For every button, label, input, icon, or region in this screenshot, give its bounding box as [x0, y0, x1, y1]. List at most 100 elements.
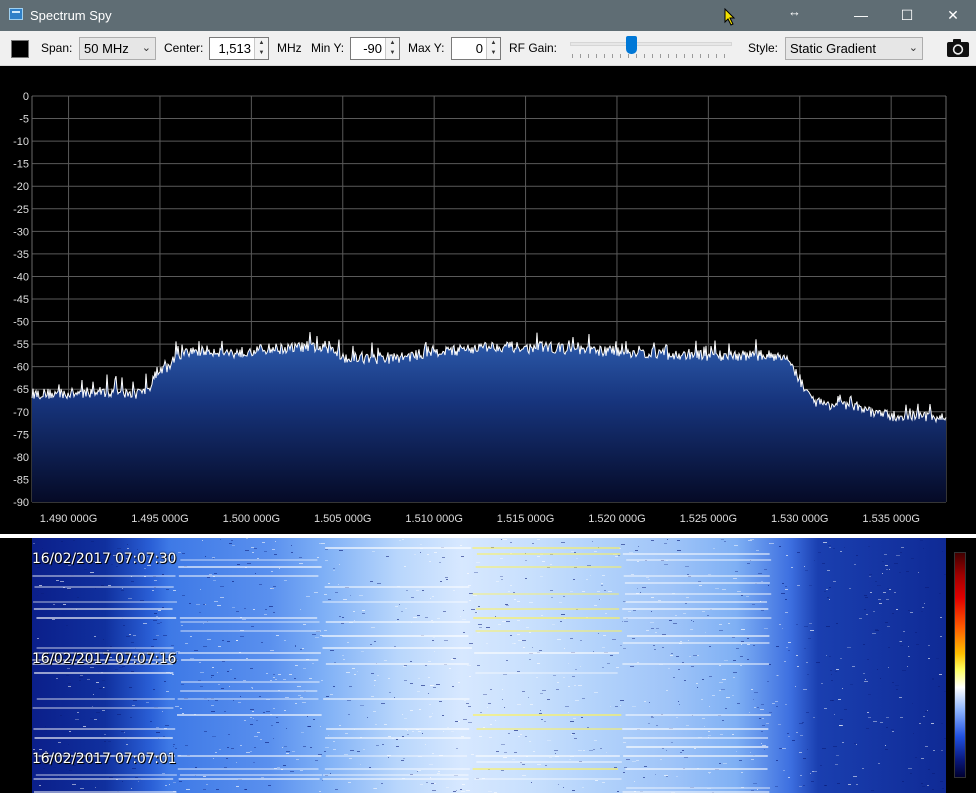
waterfall-speckle — [154, 580, 157, 581]
waterfall-speckle — [307, 726, 311, 727]
waterfall-speckle — [737, 591, 741, 592]
waterfall-speckle — [682, 750, 684, 751]
waterfall-speckle — [675, 615, 677, 616]
waterfall-speckle — [227, 671, 229, 672]
waterfall-speckle — [218, 646, 221, 647]
waterfall-speckle — [670, 655, 673, 656]
y-tick-label: -25 — [13, 204, 29, 216]
waterfall-speckle — [324, 594, 327, 595]
waterfall-speckle — [350, 595, 351, 596]
waterfall-speckle — [381, 783, 383, 784]
waterfall-speckle — [56, 678, 58, 679]
camera-icon[interactable] — [946, 37, 970, 59]
waterfall-speckle — [315, 637, 319, 638]
waterfall-speckle — [816, 662, 820, 663]
waterfall-speckle — [166, 589, 169, 590]
rfgain-slider-thumb[interactable] — [626, 36, 638, 54]
span-select[interactable]: 50 MHz ⌄ — [79, 37, 156, 60]
waterfall-speckle — [856, 555, 858, 556]
waterfall-speckle — [222, 661, 225, 662]
waterfall-speckle — [863, 673, 865, 674]
waterfall-speckle — [913, 733, 914, 734]
maxy-spinner-arrows[interactable]: ▲ ▼ — [486, 38, 500, 59]
waterfall-speckle — [889, 569, 890, 570]
waterfall-speckle — [68, 744, 69, 745]
waterfall-speckle — [460, 616, 461, 617]
waterfall-speckle — [388, 678, 390, 679]
waterfall-speckle — [360, 705, 364, 706]
waterfall-speckle — [190, 636, 192, 637]
waterfall-speckle — [261, 777, 264, 778]
waterfall-speckle — [199, 662, 201, 663]
waterfall-display[interactable]: 16/02/2017 07:07:30 16/02/2017 07:07:16 … — [32, 538, 946, 793]
color-picker-button[interactable] — [11, 40, 29, 58]
waterfall-speckle — [508, 591, 510, 592]
waterfall-speckle — [662, 634, 666, 635]
center-input[interactable]: 1,513 ▲ ▼ — [209, 37, 269, 60]
maxy-input[interactable]: 0 ▲ ▼ — [451, 37, 501, 60]
waterfall-speckle — [761, 610, 764, 611]
waterfall-speckle — [173, 744, 175, 745]
waterfall-speckle — [205, 556, 206, 557]
waterfall-speckle — [234, 678, 236, 679]
waterfall-speckle — [575, 700, 579, 701]
waterfall-speckle — [671, 653, 673, 654]
waterfall-speckle — [891, 729, 894, 730]
y-tick-label: -75 — [13, 429, 29, 441]
waterfall-speckle — [460, 545, 462, 546]
waterfall-speckle — [339, 616, 341, 617]
waterfall-speckle — [582, 787, 584, 788]
waterfall-speckle — [463, 610, 464, 611]
waterfall-speckle — [119, 667, 123, 668]
waterfall-speckle — [908, 768, 912, 769]
waterfall-speckle — [87, 679, 90, 680]
waterfall-speckle — [291, 552, 293, 553]
waterfall-speckle — [483, 727, 485, 728]
waterfall-speckle — [77, 597, 79, 598]
waterfall-speckle — [923, 548, 924, 549]
waterfall-speckle — [274, 554, 277, 555]
miny-spinner-arrows[interactable]: ▲ ▼ — [385, 38, 399, 59]
waterfall-speckle — [709, 646, 711, 647]
waterfall-speckle — [330, 694, 333, 695]
waterfall-speckle — [850, 684, 853, 685]
waterfall-speckle — [173, 782, 176, 783]
title-bar[interactable]: Spectrum Spy ↔ — ☐ ✕ — [0, 0, 976, 31]
y-tick-label: -60 — [13, 362, 29, 374]
waterfall-speckle — [737, 703, 740, 704]
waterfall-speckle — [683, 613, 686, 614]
waterfall-speckle — [208, 700, 209, 701]
waterfall-speckle — [932, 678, 934, 679]
waterfall-speckle — [503, 539, 507, 540]
waterfall-speckle — [912, 703, 913, 704]
waterfall-speckle — [719, 763, 721, 764]
maximize-button[interactable]: ☐ — [884, 0, 930, 31]
waterfall-speckle — [875, 630, 879, 631]
maxy-label: Max Y: — [408, 41, 445, 55]
waterfall-speckle — [451, 659, 454, 660]
style-select[interactable]: Static Gradient ⌄ — [785, 37, 923, 60]
waterfall-speckle — [923, 716, 925, 717]
waterfall-speckle — [781, 593, 785, 594]
waterfall-speckle — [536, 677, 538, 678]
waterfall-speckle — [320, 726, 321, 727]
waterfall-speckle — [431, 620, 433, 621]
waterfall-speckle — [217, 605, 221, 606]
center-spinner-arrows[interactable]: ▲ ▼ — [254, 38, 268, 59]
waterfall-speckle — [244, 608, 246, 609]
waterfall-speckle — [664, 775, 668, 776]
rfgain-slider[interactable] — [570, 42, 732, 46]
waterfall-speckle — [156, 727, 159, 728]
waterfall-panel[interactable]: 16/02/2017 07:07:30 16/02/2017 07:07:16 … — [0, 538, 976, 793]
waterfall-speckle — [886, 717, 889, 718]
miny-input[interactable]: -90 ▲ ▼ — [350, 37, 400, 60]
waterfall-speckle — [785, 612, 788, 613]
close-button[interactable]: ✕ — [930, 0, 976, 31]
spectrum-plot[interactable]: 0 -5 -10 -15 -20 -25 -30 -35 -40 -45 -50 -55 -60 -65 -… — [0, 66, 976, 534]
waterfall-speckle — [284, 580, 287, 581]
waterfall-speckle — [152, 590, 154, 591]
waterfall-speckle — [756, 550, 759, 551]
waterfall-speckle — [129, 634, 131, 635]
waterfall-speckle — [255, 573, 256, 574]
minimize-button[interactable]: — — [838, 0, 884, 31]
